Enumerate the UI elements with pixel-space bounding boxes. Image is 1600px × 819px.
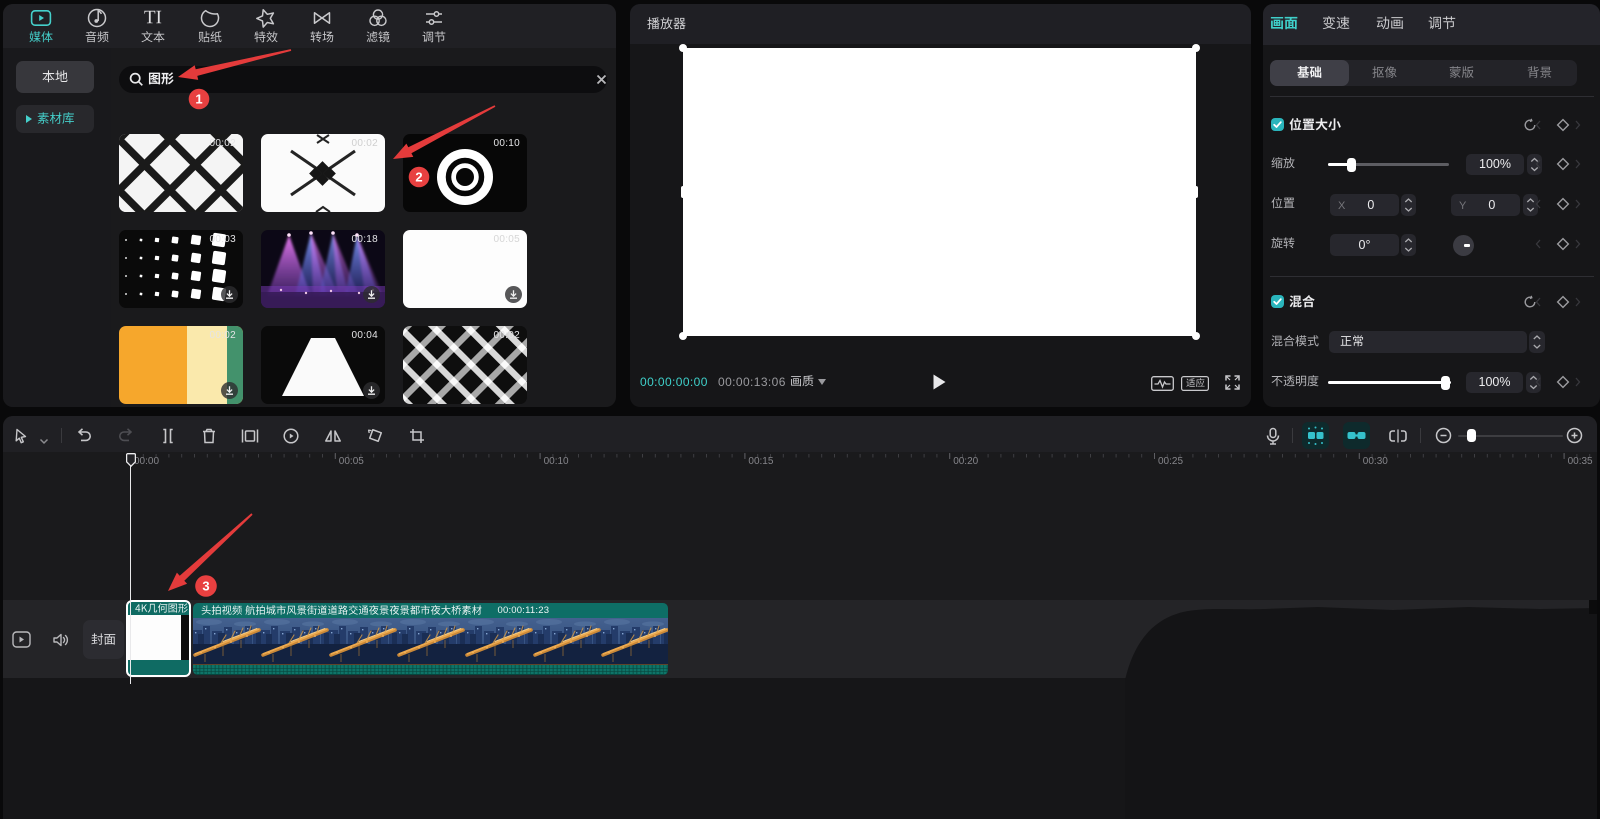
svg-text:1: 1	[195, 92, 202, 107]
svg-text:3: 3	[202, 579, 209, 594]
svg-text:2: 2	[415, 170, 422, 185]
